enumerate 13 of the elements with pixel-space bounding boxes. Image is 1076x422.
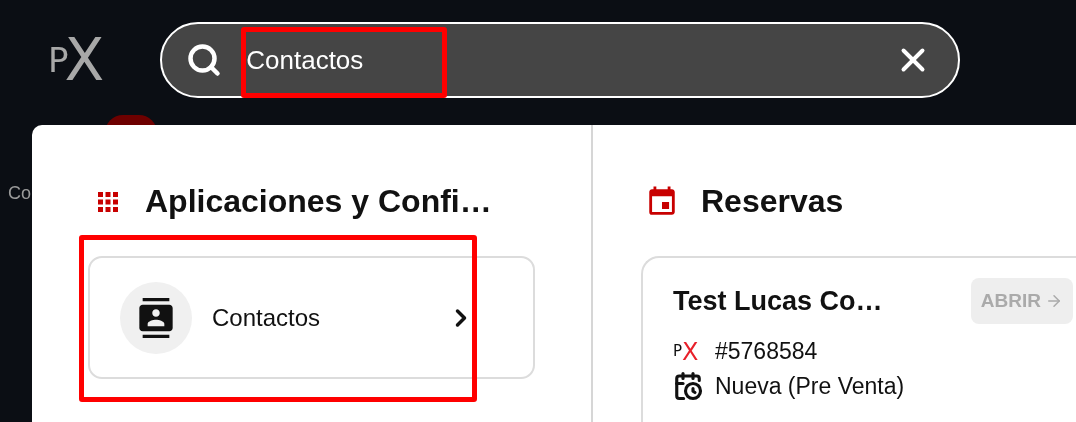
booking-number: #5768584 bbox=[715, 338, 818, 365]
app-result-item[interactable]: Contactos bbox=[88, 256, 535, 379]
search-field[interactable]: Contactos bbox=[160, 22, 961, 98]
booking-status: Nueva (Pre Venta) bbox=[715, 372, 905, 400]
calendar-clock-icon bbox=[673, 371, 703, 401]
search-input[interactable]: Contactos bbox=[236, 36, 881, 84]
booking-title: Test Lucas Co… bbox=[673, 285, 883, 317]
arrow-right-icon bbox=[1045, 292, 1063, 310]
app-name: Contactos bbox=[212, 303, 322, 332]
sidebar-label[interactable]: Co bbox=[8, 183, 31, 204]
search-icon bbox=[186, 42, 223, 78]
section-title: Reservas bbox=[701, 183, 844, 220]
section-title: Aplicaciones y Confi… bbox=[145, 183, 492, 220]
